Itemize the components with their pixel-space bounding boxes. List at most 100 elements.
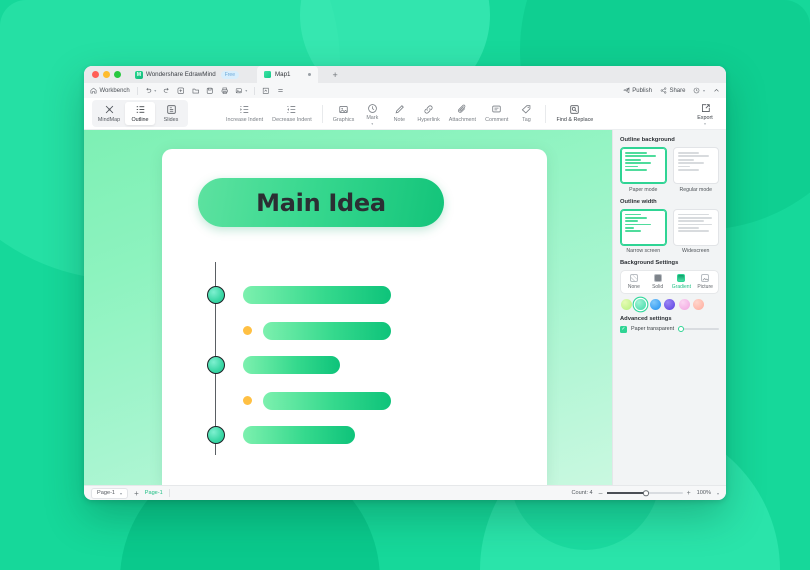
paper-transparent-slider[interactable] xyxy=(678,326,719,333)
main-idea-node[interactable]: Main Idea xyxy=(198,178,444,227)
topic-node-1[interactable] xyxy=(207,286,225,304)
group-title: Outline width xyxy=(620,198,657,205)
quick-access-toolbar: Workbench ▾ ▾ Publish Share ▾ xyxy=(84,83,726,98)
comment-button[interactable]: Comment xyxy=(481,102,512,125)
group-title: Background Settings xyxy=(620,260,679,266)
decrease-indent-button[interactable]: Decrease Indent xyxy=(268,102,316,125)
zoom-out-button[interactable]: – xyxy=(599,490,603,497)
chevron-down-icon[interactable]: ▾ xyxy=(704,122,706,126)
publish-icon xyxy=(622,87,630,94)
chevron-down-icon[interactable]: ▾ xyxy=(371,122,373,126)
tag-button[interactable]: Tag xyxy=(513,102,539,125)
slider-knob[interactable] xyxy=(678,326,685,332)
bg-mode-gradient[interactable]: Gradient xyxy=(670,274,694,290)
attachment-button[interactable]: Attachment xyxy=(445,102,480,125)
view-mindmap-button[interactable]: MindMap xyxy=(94,102,124,125)
tool-label: Increase Indent xyxy=(226,116,264,123)
paper-transparent-checkbox[interactable]: ✓ xyxy=(620,325,627,333)
hyperlink-button[interactable]: Hyperlink xyxy=(413,102,443,125)
bg-mode-none[interactable]: None xyxy=(622,274,646,290)
view-outline-button[interactable]: Outline xyxy=(125,102,155,125)
increase-indent-icon xyxy=(240,106,249,114)
add-page-button[interactable]: + xyxy=(134,489,139,498)
plan-badge[interactable]: Free xyxy=(220,70,239,79)
find-replace-button[interactable]: Find & Replace xyxy=(552,102,597,125)
widescreen-option[interactable]: Widescreen xyxy=(672,208,719,254)
swatch-pink[interactable] xyxy=(678,298,690,310)
swatch-blue[interactable] xyxy=(649,298,661,310)
maximize-window-icon[interactable] xyxy=(114,71,121,78)
publish-button[interactable]: Publish xyxy=(622,87,652,94)
history-icon[interactable]: ▾ xyxy=(693,87,705,94)
topic-node-2[interactable] xyxy=(207,356,225,374)
redo-icon[interactable] xyxy=(163,87,170,94)
new-file-icon[interactable] xyxy=(192,87,200,95)
tab-label: Map1 xyxy=(274,71,291,78)
chevron-down-icon[interactable]: ▾ xyxy=(120,491,122,496)
swatch-teal-selected[interactable] xyxy=(635,298,647,310)
share-icon xyxy=(660,87,667,94)
zoom-control[interactable]: – + xyxy=(599,490,691,497)
zoom-slider-knob[interactable] xyxy=(643,490,649,496)
paper-mode-option[interactable]: Paper mode xyxy=(620,147,667,193)
share-button[interactable]: Share xyxy=(660,87,686,94)
new-tab-button[interactable]: + xyxy=(332,70,337,80)
status-bar: Page-1 ▾ + Page-1 Count: 4 – + 100% ▾ xyxy=(84,485,726,500)
ribbon-toolbar: MindMap Outline Slides Increase Indent D… xyxy=(84,98,726,130)
export-button[interactable]: Export ▾ xyxy=(692,101,718,127)
page-tab-page1[interactable]: Page-1 ▾ xyxy=(91,487,129,499)
topic-bar-1[interactable] xyxy=(243,286,391,304)
share-label: Share xyxy=(669,87,686,94)
export-image-icon[interactable]: ▾ xyxy=(235,87,247,95)
graphics-button[interactable]: Graphics xyxy=(329,102,359,125)
narrow-screen-option[interactable]: Narrow screen xyxy=(620,208,667,254)
topic-node-3[interactable] xyxy=(207,426,225,444)
zoom-slider-track[interactable] xyxy=(606,490,683,496)
zoom-level-label[interactable]: 100% xyxy=(697,490,711,496)
swatch-salmon[interactable] xyxy=(692,298,704,310)
zoom-in-button[interactable]: + xyxy=(687,490,691,497)
narrow-screen-preview[interactable] xyxy=(620,208,667,246)
regular-mode-option[interactable]: Regular mode xyxy=(672,147,719,193)
zoom-slider-fill xyxy=(606,492,647,494)
outline-width-group: Outline width Narrow screen Widescreen xyxy=(620,198,719,254)
subtopic-bar-2[interactable] xyxy=(263,392,391,410)
paper-mode-preview[interactable] xyxy=(620,147,667,184)
view-slides-button[interactable]: Slides xyxy=(156,102,186,125)
undo-icon[interactable]: ▾ xyxy=(145,87,156,94)
increase-indent-button[interactable]: Increase Indent xyxy=(222,102,267,125)
window-controls[interactable] xyxy=(90,71,121,78)
add-topic-icon[interactable] xyxy=(177,87,185,95)
swatch-purple[interactable] xyxy=(664,298,676,310)
regular-mode-preview[interactable] xyxy=(672,147,719,184)
outline-paper[interactable]: Main Idea xyxy=(162,149,547,485)
save-icon[interactable] xyxy=(206,87,214,95)
graphics-icon xyxy=(339,106,348,114)
topic-bar-2[interactable] xyxy=(243,356,340,374)
workbench-button[interactable]: Workbench xyxy=(90,87,130,94)
mark-button[interactable]: Mark ▾ xyxy=(359,101,385,127)
bg-mode-solid[interactable]: Solid xyxy=(646,274,670,290)
outline-canvas[interactable]: Main Idea xyxy=(84,130,612,485)
outline-background-group: Outline background Paper mode Regular mo… xyxy=(620,137,719,193)
more-icon[interactable] xyxy=(277,87,284,94)
print-icon[interactable] xyxy=(221,87,229,95)
picture-icon xyxy=(701,274,710,282)
close-tab-icon[interactable] xyxy=(308,73,312,76)
attachment-icon xyxy=(458,104,466,113)
note-icon xyxy=(395,105,404,114)
subtopic-bar-1[interactable] xyxy=(263,322,391,340)
divider xyxy=(168,489,170,497)
close-window-icon[interactable] xyxy=(92,71,99,78)
ribbon-tools: Increase Indent Decrease Indent Graphics… xyxy=(222,101,597,127)
swatch-lime[interactable] xyxy=(621,298,632,310)
topic-bar-3[interactable] xyxy=(243,426,355,444)
chevron-down-icon[interactable]: ▾ xyxy=(717,491,719,496)
minimize-window-icon[interactable] xyxy=(103,71,110,78)
bg-mode-picture[interactable]: Picture xyxy=(693,274,717,290)
widescreen-preview[interactable] xyxy=(672,208,719,246)
presentation-icon[interactable] xyxy=(262,87,270,95)
note-button[interactable]: Note xyxy=(386,102,412,125)
collapse-ribbon-icon[interactable] xyxy=(713,87,720,94)
document-tab-map1[interactable]: Map1 xyxy=(256,66,319,83)
